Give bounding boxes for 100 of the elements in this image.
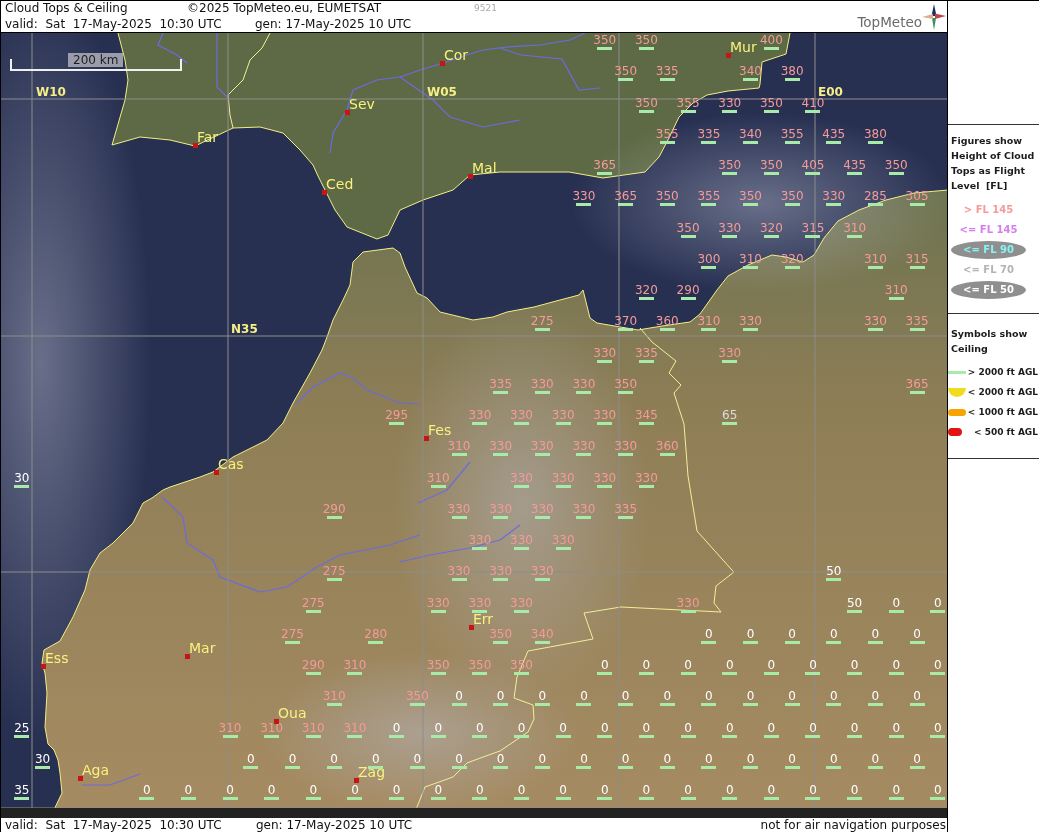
cloud-top-value: 300 [697, 253, 721, 265]
city-label: Sev [349, 96, 375, 112]
cloud-top-value: 0 [934, 784, 942, 796]
cloud-top-value: 0 [892, 659, 901, 671]
cloud-top-value: 0 [600, 784, 609, 796]
cloud-top-value: 50 [847, 597, 863, 609]
cloud-top-value: 0 [829, 628, 838, 640]
legend-entry: <= FL 90 [963, 244, 1014, 256]
cloud-top-value: 0 [580, 753, 588, 765]
cloud-top-value: 360 [655, 440, 679, 452]
cloud-top-value: 0 [538, 753, 547, 765]
city-label: Ess [45, 650, 69, 666]
cloud-top-value: 0 [934, 597, 942, 609]
cloud-top-value: 0 [871, 690, 880, 702]
coordinate-label: W10 [36, 86, 66, 98]
cloud-top-value: 0 [767, 784, 776, 796]
city-marker-icon [468, 624, 474, 630]
cloud-top-value: 330 [718, 97, 742, 109]
cloud-top-value: 330 [510, 472, 533, 484]
cloud-top-value: 355 [655, 128, 679, 140]
cloud-top-value: 0 [580, 690, 588, 702]
legend-heading: Symbols show Ceiling [951, 327, 1029, 356]
city-marker-icon [423, 435, 429, 441]
valid-time: valid: Sat 17-May-2025 10:30 UTC [5, 17, 223, 31]
cloud-top-value: 330 [718, 222, 742, 234]
cloud-top-value: 25 [14, 722, 30, 734]
cloud-top-value: 355 [697, 190, 721, 202]
legend-entry: <= FL 50 [963, 284, 1014, 296]
city-marker-icon [344, 109, 350, 115]
cloud-top-value: 410 [801, 97, 825, 109]
coordinate-label: N35 [231, 323, 258, 335]
cloud-top-value: 315 [801, 222, 825, 234]
cloud-top-value: 0 [517, 722, 526, 734]
cloud-top-value: 350 [634, 97, 658, 109]
city-label: Fes [428, 422, 452, 438]
cloud-top-value: 355 [780, 128, 804, 140]
cloud-top-value: 0 [892, 784, 901, 796]
cloud-top-value: 30 [14, 472, 30, 484]
cloud-top-value: 330 [447, 565, 471, 577]
cloud-top-value: 0 [288, 753, 297, 765]
cloud-top-value: 0 [559, 722, 567, 734]
cloud-top-value: 370 [614, 315, 638, 327]
cloud-top-value: 310 [322, 690, 346, 702]
cloud-top-value: 0 [142, 784, 151, 796]
cloud-top-value: 0 [538, 690, 547, 702]
cloud-top-value: 0 [184, 784, 193, 796]
cloud-top-value: 0 [809, 784, 817, 796]
cloud-top-value: 350 [489, 628, 513, 640]
coordinate-label: W05 [427, 86, 457, 98]
cloud-top-value: 0 [809, 722, 817, 734]
cloud-top-value: 350 [468, 659, 492, 671]
cloud-top-value: 0 [600, 659, 609, 671]
cloud-top-value: 0 [413, 753, 422, 765]
cloud-top-value: 350 [718, 159, 742, 171]
cloud-top-value: 330 [510, 534, 533, 546]
cloud-top-value: 0 [684, 784, 692, 796]
cloud-top-value: 350 [510, 659, 533, 671]
city-label: Aga [82, 762, 110, 778]
cloud-top-value: 310 [863, 253, 887, 265]
cloud-top-value: 350 [759, 159, 783, 171]
cloud-top-value: 435 [822, 128, 846, 140]
cloud-top-value: 50 [826, 565, 842, 577]
city-marker-icon [213, 469, 219, 475]
legend-entry: <= FL 145 [959, 224, 1018, 236]
cloud-top-value: 0 [684, 722, 692, 734]
cloud-top-value: 0 [934, 659, 942, 671]
cloud-top-value: 310 [301, 722, 325, 734]
cloud-top-value: 380 [863, 128, 887, 140]
cloud-top-value: 0 [746, 753, 755, 765]
cloud-top-value: 310 [426, 472, 450, 484]
cloud-top-value: 310 [343, 659, 367, 671]
cloud-top-value: 310 [739, 253, 762, 265]
cloud-top-value: 330 [572, 440, 596, 452]
cloud-top-value: 275 [530, 315, 554, 327]
cloud-top-value: 0 [746, 690, 755, 702]
cloud-top-value: 350 [739, 190, 762, 202]
cloud-top-value: 330 [551, 534, 575, 546]
city-label: Mal [472, 160, 497, 176]
cloud-top-value: 330 [593, 409, 617, 421]
cloud-top-value: 350 [759, 97, 783, 109]
cloud-top-value: 335 [614, 503, 638, 515]
generated-time: gen: 17-May-2025 10 UTC [256, 818, 413, 832]
cloud-top-value: 0 [371, 753, 380, 765]
cloud-top-value: 335 [634, 347, 658, 359]
cloud-top-value: 0 [788, 753, 796, 765]
cloud-top-value: 0 [434, 784, 443, 796]
city-marker-icon [439, 60, 445, 66]
cloud-top-value: 330 [530, 440, 554, 452]
cloud-top-value: 0 [746, 628, 755, 640]
city-label: Far [197, 129, 219, 145]
cloud-top-value: 0 [600, 722, 609, 734]
cloud-top-value: 330 [468, 597, 492, 609]
cloud-top-value: 330 [739, 315, 762, 327]
cloud-top-value: 350 [405, 690, 429, 702]
cloud-top-value: 330 [489, 565, 513, 577]
cloud-top-value: 0 [226, 784, 234, 796]
legend-label: < 500 ft AGL [973, 427, 1038, 437]
cloud-top-value: 310 [697, 315, 721, 327]
cloud-top-value: 310 [343, 722, 367, 734]
city-label: Zag [358, 764, 386, 780]
